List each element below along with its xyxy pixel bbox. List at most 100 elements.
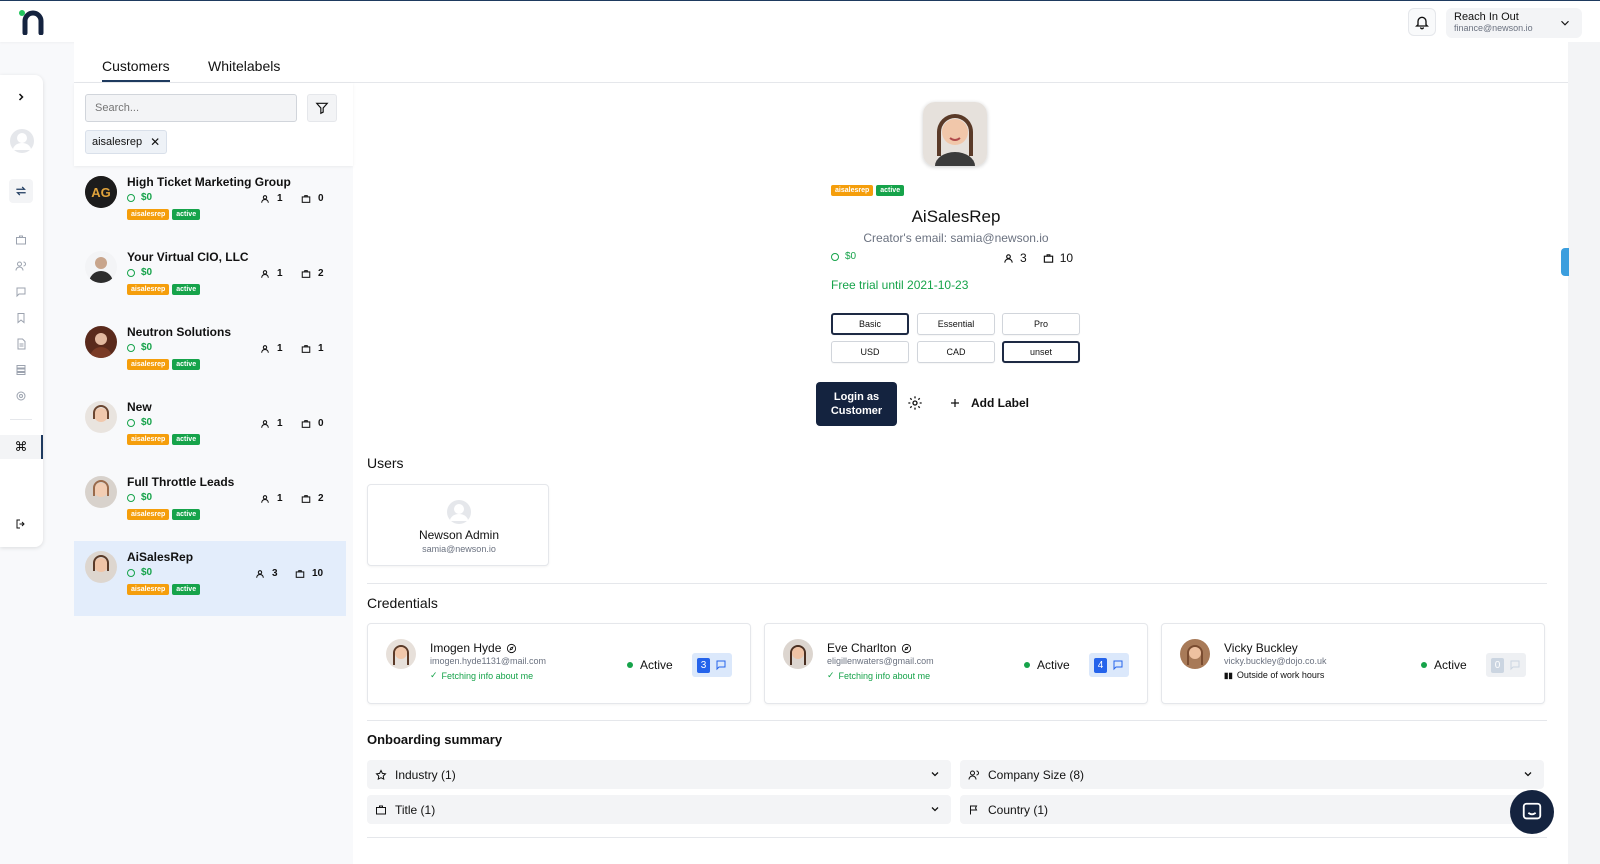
main-area: Customers Whitelabels aisalesrep ✕ AG Hi… [74, 42, 1600, 864]
credential-avatar [1180, 639, 1210, 669]
user-avatar[interactable] [10, 129, 34, 153]
bell-icon [1415, 16, 1429, 30]
user-icon [261, 419, 269, 428]
currency-usd[interactable]: USD [831, 341, 909, 363]
currency-cad[interactable]: CAD [917, 341, 995, 363]
amount-value: $0 [141, 567, 153, 578]
detail-amount: $0 [831, 251, 856, 262]
tag-label: aisalesrep [127, 209, 170, 220]
credential-state: Active [627, 658, 673, 672]
customer-amount: $0 [127, 192, 152, 203]
credential-name: Imogen Hyde [430, 641, 517, 655]
user-count: 1 [260, 343, 283, 354]
customer-row[interactable]: Your Virtual CIO, LLC $0 aisalesrep activ… [74, 241, 346, 316]
detail-stats: 3 10 [1003, 251, 1073, 265]
user-count-value: 3 [1020, 251, 1027, 265]
accordion-industry[interactable]: Industry (1) [367, 760, 951, 789]
account-menu[interactable]: Reach In Out finance@newson.io [1446, 8, 1582, 38]
nav-database[interactable] [12, 361, 30, 379]
nav-settings[interactable] [12, 387, 30, 405]
tag-status: active [172, 284, 201, 295]
tab-customers[interactable]: Customers [102, 58, 170, 82]
detail-company-count: 10 [1043, 251, 1073, 265]
nav-users[interactable] [12, 257, 30, 275]
tab-whitelabels[interactable]: Whitelabels [208, 58, 280, 74]
briefcase-icon [376, 805, 386, 814]
logout-button[interactable] [12, 515, 30, 533]
customer-amount: $0 [127, 492, 152, 503]
credential-email: vicky.buckley@dojo.co.uk [1224, 656, 1327, 666]
customer-row[interactable]: Neutron Solutions $0 aisalesrep active 1 … [74, 316, 346, 391]
filter-chip-label: aisalesrep [92, 136, 143, 148]
switch-account-button[interactable] [9, 179, 33, 203]
customer-settings-button[interactable] [907, 395, 923, 416]
accordion-label: Country (1) [988, 802, 1049, 817]
customer-amount: $0 [127, 267, 152, 278]
nav-bookmarks[interactable] [12, 309, 30, 327]
user-icon [1004, 253, 1013, 263]
message-count: 0 [1491, 657, 1504, 673]
customer-row[interactable]: AG High Ticket Marketing Group $0 aisale… [74, 166, 346, 241]
expand-sidebar-button[interactable] [12, 88, 30, 106]
message-count-button[interactable]: 4 [1089, 653, 1129, 677]
plan-basic[interactable]: Basic [831, 313, 909, 335]
tag-status: active [172, 509, 201, 520]
plan-pro[interactable]: Pro [1002, 313, 1080, 335]
credential-card[interactable]: Imogen Hyde imogen.hyde1131@mail.com ✓ Fe… [367, 623, 751, 704]
help-chat-button[interactable] [1510, 790, 1554, 834]
nav-companies[interactable] [12, 231, 30, 249]
accordion-country[interactable]: Country (1) [960, 795, 1544, 824]
chevron-down-icon [931, 772, 939, 777]
company-count-value: 10 [312, 568, 324, 579]
account-name: Reach In Out [1454, 11, 1519, 23]
briefcase-icon [301, 269, 311, 278]
credential-status-note: ▮▮ Outside of work hours [1224, 670, 1324, 680]
customer-profile-avatar [923, 102, 987, 166]
remove-filter-icon[interactable]: ✕ [150, 135, 160, 149]
user-icon [261, 269, 269, 278]
app-logo[interactable] [18, 9, 48, 35]
credential-card[interactable]: Vicky Buckley vicky.buckley@dojo.co.uk ▮… [1161, 623, 1545, 704]
company-count-value: 2 [318, 268, 324, 279]
currency-unset[interactable]: unset [1002, 341, 1080, 363]
company-count: 2 [301, 493, 324, 504]
message-count-button[interactable]: 3 [692, 653, 732, 677]
nav-messages[interactable] [12, 283, 30, 301]
message-count-button[interactable]: 0 [1486, 653, 1526, 677]
accordion-title[interactable]: Title (1) [367, 795, 951, 824]
add-label-button[interactable]: Add Label [949, 396, 1029, 410]
message-count: 3 [697, 657, 710, 673]
creator-email: Creator's email: samia@newson.io [863, 231, 1049, 245]
search-input[interactable] [85, 94, 297, 122]
detail-tags: aisalesrep active [831, 185, 905, 196]
nav-documents[interactable] [12, 335, 30, 353]
side-feedback-tab[interactable] [1561, 248, 1569, 276]
right-scroll-gutter [1568, 42, 1600, 864]
notifications-button[interactable] [1408, 8, 1436, 36]
customer-row[interactable]: New $0 aisalesrep active 1 0 [74, 391, 346, 466]
state-text: Active [1434, 658, 1467, 672]
credential-card[interactable]: Eve Charlton eligillenwaters@gmail.com ✓… [764, 623, 1148, 704]
rail-divider [10, 419, 32, 420]
company-count: 1 [301, 343, 324, 354]
gear-icon [16, 391, 26, 401]
customer-tags: aisalesrep active [127, 209, 201, 220]
tab-bar: Customers Whitelabels [74, 42, 1600, 83]
amount-value: $0 [141, 417, 153, 428]
document-icon [17, 338, 26, 350]
accordion-company-size[interactable]: Company Size (8) [960, 760, 1544, 789]
customer-row-selected[interactable]: AiSalesRep $0 aisalesrep active 3 10 [74, 541, 346, 616]
chat-bubble-icon [1522, 802, 1542, 820]
state-text: Active [1037, 658, 1070, 672]
customer-avatar [85, 401, 117, 433]
state-text: Active [640, 658, 673, 672]
status-note-text: Outside of work hours [1236, 670, 1325, 680]
customer-list-pane: aisalesrep ✕ AG High Ticket Marketing Gr… [74, 83, 353, 864]
company-count-value: 10 [1059, 251, 1074, 265]
filter-button[interactable] [307, 94, 337, 122]
tag-label: aisalesrep [127, 284, 170, 295]
customer-row[interactable]: Full Throttle Leads $0 aisalesrep active … [74, 466, 346, 541]
user-card[interactable]: Newson Admin samia@newson.io [367, 484, 549, 566]
plan-essential[interactable]: Essential [917, 313, 995, 335]
login-as-customer-button[interactable]: Login as Customer [816, 382, 897, 426]
